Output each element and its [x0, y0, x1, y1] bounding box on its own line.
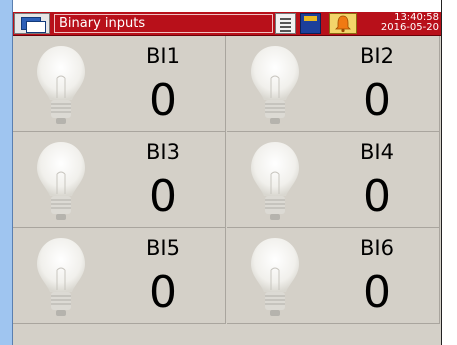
binary-input-label: BI1 [146, 44, 180, 68]
binary-input-tile: BI6 0 [227, 228, 440, 324]
sd-card-button[interactable] [300, 13, 321, 34]
light-bulb-icon [251, 142, 299, 220]
binary-input-value: 0 [149, 267, 177, 318]
binary-input-tile: BI5 0 [13, 228, 226, 324]
binary-input-value: 0 [363, 171, 391, 222]
binary-input-label: BI6 [360, 236, 394, 260]
binary-input-tile: BI3 0 [13, 132, 226, 228]
binary-input-value: 0 [363, 75, 391, 126]
bottom-strip [13, 333, 441, 345]
binary-input-value: 0 [149, 171, 177, 222]
binary-input-tile: BI4 0 [227, 132, 440, 228]
left-border-strip [0, 0, 12, 345]
top-bar: Binary inputs 13:40:58 2016-05-20 [13, 12, 441, 36]
device-screen: Binary inputs 13:40:58 2016-05-20 BI1 0 … [13, 12, 441, 345]
binary-input-tile: BI1 0 [13, 36, 226, 132]
right-border-line [441, 0, 442, 345]
binary-input-label: BI3 [146, 140, 180, 164]
light-bulb-icon [37, 46, 85, 124]
date-text: 2016-05-20 [380, 22, 439, 33]
datetime: 13:40:58 2016-05-20 [363, 13, 439, 34]
binary-input-label: BI5 [146, 236, 180, 260]
alarm-bell-icon [335, 15, 351, 33]
sd-card-icon [304, 16, 317, 21]
page-title: Binary inputs [54, 14, 273, 33]
binary-input-label: BI4 [360, 140, 394, 164]
list-button[interactable] [275, 13, 296, 34]
binary-input-value: 0 [149, 75, 177, 126]
binary-input-tile: BI2 0 [227, 36, 440, 132]
light-bulb-icon [37, 238, 85, 316]
binary-input-value: 0 [363, 267, 391, 318]
alarm-button[interactable] [329, 13, 357, 34]
light-bulb-icon [251, 46, 299, 124]
binary-input-label: BI2 [360, 44, 394, 68]
windows-menu-button[interactable] [14, 13, 50, 34]
light-bulb-icon [251, 238, 299, 316]
light-bulb-icon [37, 142, 85, 220]
